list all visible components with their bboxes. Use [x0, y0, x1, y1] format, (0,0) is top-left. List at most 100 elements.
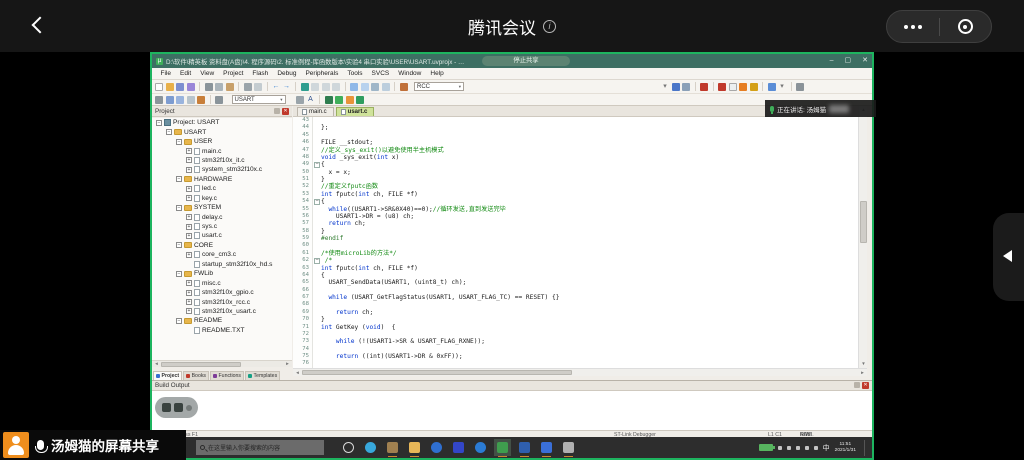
taskbar-search-input[interactable]: 在这里输入你要搜索的内容 — [196, 440, 324, 455]
close-icon[interactable]: ✕ — [862, 382, 869, 389]
minimize-window-icon[interactable]: – — [830, 54, 834, 68]
debug-person-icon[interactable] — [672, 83, 680, 91]
tray-icon[interactable] — [814, 446, 818, 450]
menu-edit[interactable]: Edit — [175, 70, 195, 77]
scroll-thumb[interactable] — [302, 370, 572, 375]
close-icon[interactable]: ✕ — [282, 108, 289, 115]
tree-item[interactable]: +stm32f10x_rcc.c — [152, 297, 292, 306]
tray-icon[interactable] — [778, 446, 782, 450]
menu-tools[interactable]: Tools — [343, 70, 367, 77]
editor-tab-main.c[interactable]: main.c — [297, 107, 334, 116]
keil-app-icon[interactable] — [497, 442, 508, 453]
tree-item[interactable]: startup_stm32f10x_hd.s — [152, 260, 292, 269]
tree-item[interactable]: +usart.c — [152, 231, 292, 240]
collapse-icon[interactable]: − — [176, 271, 182, 277]
expand-icon[interactable]: + — [186, 186, 192, 192]
tree-item[interactable]: −CORE — [152, 241, 292, 250]
target-options-icon[interactable] — [215, 96, 223, 104]
book-icon[interactable] — [400, 83, 408, 91]
expand-icon[interactable]: + — [186, 214, 192, 220]
minimize-button[interactable] — [940, 11, 992, 42]
code-editor[interactable]: 4344};4546FILE __stdout;47//定义_sys_exit(… — [293, 117, 858, 368]
expand-icon[interactable]: + — [186, 148, 192, 154]
dropdown-icon[interactable]: ▾ — [661, 83, 669, 91]
tree-item[interactable]: +main.c — [152, 146, 292, 155]
ime-indicator[interactable]: 中 — [823, 443, 830, 453]
app-blue2-icon[interactable] — [541, 442, 552, 453]
tree-item[interactable]: −Project: USART — [152, 118, 292, 127]
app-circle-icon[interactable] — [475, 442, 486, 453]
target-select[interactable]: USART ▾ — [232, 95, 286, 104]
build-icon[interactable] — [166, 96, 174, 104]
menu-flash[interactable]: Flash — [248, 70, 273, 77]
tree-item[interactable]: +stm32f10x_gpio.c — [152, 288, 292, 297]
expand-icon[interactable]: + — [186, 290, 192, 296]
collapse-icon[interactable]: − — [166, 129, 172, 135]
app-v-icon[interactable] — [453, 442, 464, 453]
indent-icon[interactable] — [350, 83, 358, 91]
clear-bookmarks-icon[interactable] — [332, 83, 340, 91]
collapse-icon[interactable]: − — [176, 318, 182, 324]
collapse-icon[interactable]: − — [156, 120, 162, 126]
tree-item[interactable]: −FWLib — [152, 269, 292, 278]
tray-icon[interactable] — [805, 446, 809, 450]
cortana-icon[interactable] — [343, 442, 354, 453]
folder-icon[interactable] — [409, 442, 420, 453]
expand-icon[interactable]: + — [186, 167, 192, 173]
find-in-files-combo[interactable]: RCC ▾ — [414, 82, 464, 91]
editor-vscrollbar[interactable]: ▲ ▼ — [858, 106, 867, 368]
scroll-right-icon[interactable]: ► — [858, 369, 867, 377]
restore-window-icon[interactable]: ▢ — [845, 54, 852, 68]
more-menu-button[interactable] — [887, 11, 939, 42]
fold-collapse-icon[interactable]: − — [314, 258, 320, 264]
collapse-icon[interactable]: − — [176, 139, 182, 145]
menu-svcs[interactable]: SVCS — [367, 70, 394, 77]
scroll-left-icon[interactable]: ◄ — [293, 369, 302, 377]
find-magnifier-icon[interactable] — [700, 83, 708, 91]
menu-help[interactable]: Help — [426, 70, 448, 77]
box-icon[interactable] — [750, 83, 758, 91]
project-hscrollbar[interactable]: ◄ ► — [152, 360, 292, 367]
microphone-icon[interactable] — [37, 440, 44, 450]
disable-breakpoints-icon[interactable] — [729, 83, 737, 91]
scroll-thumb[interactable] — [161, 362, 241, 367]
expand-icon[interactable]: + — [186, 308, 192, 314]
download-icon[interactable] — [197, 96, 205, 104]
rebuild-icon[interactable] — [176, 96, 184, 104]
copy-icon[interactable] — [215, 83, 223, 91]
menu-peripherals[interactable]: Peripherals — [301, 70, 343, 77]
tree-item[interactable]: −README — [152, 316, 292, 325]
taskbar-clock[interactable]: 11:51 2021/1/31 — [835, 442, 856, 453]
menu-file[interactable]: File — [156, 70, 175, 77]
tree-item[interactable]: +system_stm32f10x.c — [152, 165, 292, 174]
editor-tab-usart.c[interactable]: usart.c — [336, 107, 375, 116]
tree-item[interactable]: +delay.c — [152, 212, 292, 221]
tree-item[interactable]: −USART — [152, 127, 292, 136]
cut-icon[interactable] — [205, 83, 213, 91]
panel-tab-books[interactable]: Books — [183, 371, 209, 380]
manage-books-icon[interactable] — [325, 96, 333, 104]
fold-arrow-icon[interactable] — [346, 96, 354, 104]
tree-item[interactable]: +misc.c — [152, 278, 292, 287]
save-all-icon[interactable] — [187, 83, 195, 91]
menu-debug[interactable]: Debug — [273, 70, 301, 77]
tree-view-icon[interactable] — [356, 96, 364, 104]
expand-icon[interactable]: + — [186, 195, 192, 201]
file-extensions-icon[interactable] — [296, 96, 304, 104]
edge-icon[interactable] — [365, 442, 376, 453]
pin-icon[interactable] — [274, 108, 280, 114]
translate-icon[interactable] — [155, 96, 163, 104]
expand-icon[interactable]: + — [186, 157, 192, 163]
menu-window[interactable]: Window — [394, 70, 426, 77]
tree-item[interactable]: +key.c — [152, 194, 292, 203]
scroll-down-icon[interactable]: ▼ — [859, 360, 868, 368]
fold-collapse-icon[interactable]: − — [314, 162, 320, 168]
meeting-float-widget[interactable] — [155, 397, 198, 418]
panel-tab-project[interactable]: Project — [153, 371, 182, 380]
bookmark-icon[interactable] — [301, 83, 309, 91]
paste-icon[interactable] — [226, 83, 234, 91]
undo-icon[interactable] — [244, 83, 252, 91]
redo-icon[interactable] — [254, 83, 262, 91]
expand-icon[interactable]: + — [186, 280, 192, 286]
tray-icon[interactable] — [796, 446, 800, 450]
